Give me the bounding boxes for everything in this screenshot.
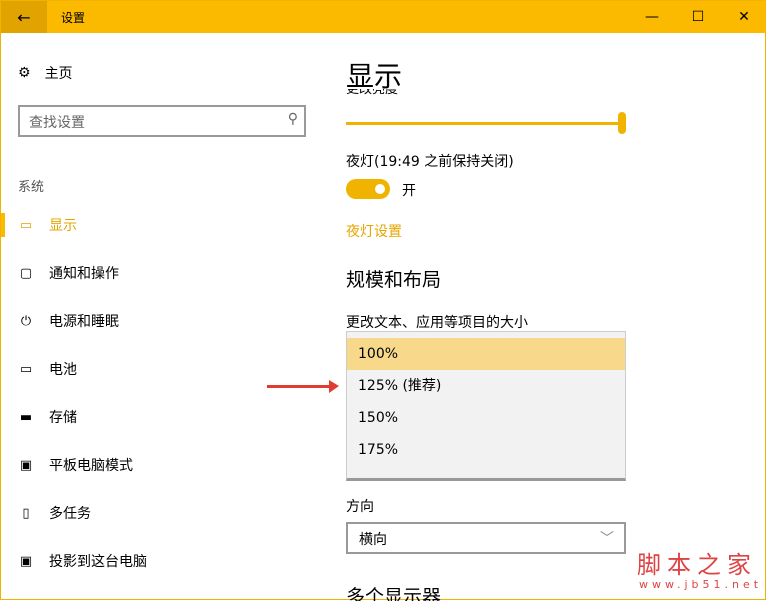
scale-option[interactable]: 100% [347, 338, 625, 370]
sidebar-item[interactable]: ▯ 多任务 [18, 501, 91, 525]
toggle-state: 开 [402, 183, 416, 199]
brightness-slider-thumb[interactable] [618, 112, 626, 134]
window-title: 设置 [61, 11, 86, 25]
close-button[interactable]: ✕ [721, 1, 766, 33]
watermark-url: www.jb51.net [639, 578, 763, 591]
sidebar-item[interactable]: ▣ 投影到这台电脑 [18, 549, 147, 573]
sidebar-item-icon: ▭ [19, 217, 33, 233]
sidebar-item-label: 投影到这台电脑 [49, 554, 147, 570]
minimize-button[interactable]: — [629, 1, 675, 33]
night-light-settings-link[interactable]: 夜灯设置 [346, 221, 402, 241]
scale-option[interactable]: 150% [347, 402, 625, 434]
orientation-select[interactable]: 横向 ﹀ [346, 522, 626, 554]
back-button[interactable]: ← [1, 1, 47, 33]
sidebar-item-label: 电池 [49, 362, 77, 378]
night-light-label: 夜灯(19:49 之前保持关闭) [346, 154, 514, 170]
home-label: 主页 [44, 66, 73, 82]
search-placeholder: 查找设置 [29, 115, 85, 131]
sidebar-item-label: 电源和睡眠 [49, 314, 119, 330]
chevron-down-icon: ﹀ [600, 531, 614, 547]
scale-label: 更改文本、应用等项目的大小 [346, 315, 528, 331]
search-input[interactable]: 查找设置 ⚲ [18, 105, 306, 137]
selection-indicator [1, 213, 5, 237]
sidebar-item-icon: ▯ [22, 505, 30, 521]
sidebar-item-icon: ▣ [19, 457, 33, 473]
category-label: 系统 [18, 180, 45, 195]
scale-option[interactable]: 175% [347, 434, 625, 466]
sidebar-item-label: 通知和操作 [49, 266, 119, 282]
scale-option[interactable]: 125% (推荐) [347, 370, 625, 402]
sidebar-item-icon: ▭ [19, 361, 33, 377]
sidebar-item[interactable]: ▬ 存储 [18, 405, 77, 429]
scale-heading: 规模和布局 [346, 269, 442, 291]
sidebar-item[interactable]: ⏻ 电源和睡眠 [18, 309, 119, 333]
title-bar: ← 设置 — ☐ ✕ [1, 1, 766, 33]
sidebar-item-label: 平板电脑模式 [49, 458, 133, 474]
gear-icon: ⚙ [18, 65, 31, 81]
scale-dropdown-list[interactable]: 100% 125% (推荐) 150% 175% [346, 331, 626, 481]
sidebar-item-label: 存储 [49, 410, 77, 426]
sidebar-item[interactable]: ▭ 电池 [18, 357, 77, 381]
sidebar-item-label: 多任务 [49, 506, 91, 522]
sidebar-item-icon: ▢ [19, 265, 33, 281]
orientation-value: 横向 [359, 532, 387, 548]
sidebar-item-icon: ▣ [19, 553, 33, 569]
sidebar-item-label: 显示 [49, 218, 77, 234]
sidebar-home[interactable]: ⚙ 主页 [18, 63, 73, 83]
sidebar-item[interactable]: ▭ 显示 [18, 213, 77, 237]
brightness-label: 更改亮度 [346, 89, 399, 97]
maximize-button[interactable]: ☐ [675, 1, 721, 33]
red-arrow-annotation [267, 380, 339, 393]
search-icon[interactable]: ⚲ [288, 111, 298, 127]
multiple-displays-heading: 多个显示器 [346, 587, 442, 601]
sidebar-item-icon: ⏻ [20, 313, 32, 329]
sidebar-item[interactable]: ▣ 平板电脑模式 [18, 453, 133, 477]
night-light-toggle[interactable] [346, 179, 390, 199]
orientation-label: 方向 [346, 499, 374, 515]
sidebar-item[interactable]: ▢ 通知和操作 [18, 261, 119, 285]
watermark-logo: 脚本之家 [637, 551, 757, 579]
sidebar-item-icon: ▬ [19, 409, 33, 425]
brightness-slider[interactable] [346, 122, 621, 125]
